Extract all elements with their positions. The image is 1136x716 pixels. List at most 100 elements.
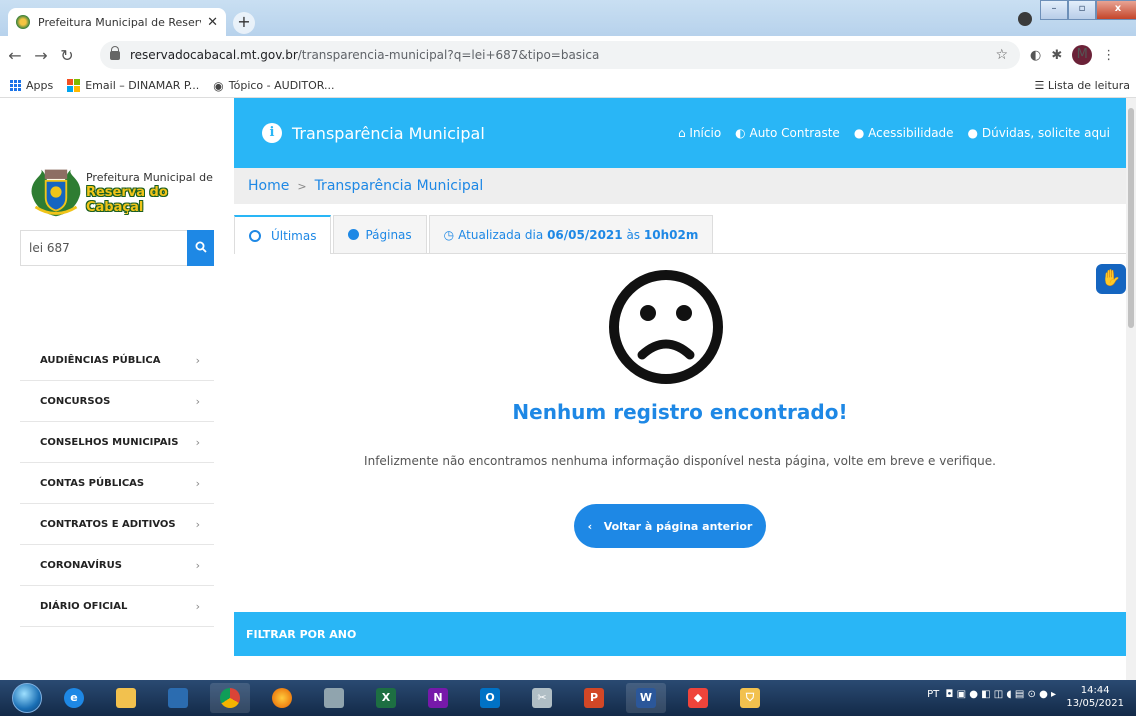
nav-inicio[interactable]: ⌂ Início (678, 126, 721, 140)
search-button[interactable] (187, 230, 214, 266)
reading-list-icon: ☰ (1034, 79, 1045, 92)
chevron-right-icon: › (195, 394, 200, 408)
internet-explorer-icon: e (64, 688, 84, 708)
chevron-right-icon: › (195, 599, 200, 613)
empty-description: Infelizmente não encontramos nenhuma inf… (364, 454, 996, 468)
site-logo[interactable]: Prefeitura Municipal de Reserva do Cabaç… (28, 164, 220, 220)
extension-icon[interactable]: ◐ (1030, 48, 1041, 63)
accessibility-icon: ● (853, 126, 865, 140)
back-arrow-icon[interactable]: ← (4, 46, 26, 65)
puzzle-extensions-icon[interactable]: ✱ (1051, 48, 1062, 63)
maximize-button[interactable]: ▫ (1068, 0, 1096, 20)
search-form (20, 230, 214, 266)
new-tab-button[interactable]: + (233, 12, 255, 34)
site-header: i Transparência Municipal ⌂ Início ◐ Aut… (234, 98, 1126, 168)
sidebar-item-diario[interactable]: DIÁRIO OFICIAL › (20, 586, 214, 627)
tab-close-icon[interactable]: ✕ (207, 15, 218, 30)
chrome-icon (220, 688, 240, 708)
taskbar-word[interactable]: W (626, 683, 666, 713)
sidebar-item-conselhos[interactable]: CONSELHOS MUNICIPAIS › (20, 422, 214, 463)
windows-taskbar: e X N O ✂ P W ◆ ⛉ PT ◘ ▣ ● ◧ ◫ ◖ ▤ ⊙ ● ▸… (0, 680, 1136, 716)
tab-paginas[interactable]: Páginas (333, 215, 427, 253)
browser-tabstrip: Prefeitura Municipal de Reserva d ✕ + – … (0, 0, 1136, 36)
address-bar[interactable]: reservadocabacal.mt.gov.br/transparencia… (100, 41, 1020, 69)
taskbar-firefox[interactable] (262, 683, 302, 713)
scrollbar-thumb[interactable] (1128, 108, 1134, 328)
kebab-menu-icon[interactable]: ⋮ (1102, 48, 1115, 63)
coat-of-arms-icon (31, 169, 81, 217)
taskbar-onenote[interactable]: N (418, 683, 458, 713)
forward-arrow-icon[interactable]: → (30, 46, 52, 65)
sidebar-item-concursos[interactable]: CONCURSOS › (20, 381, 214, 422)
folder-icon (116, 688, 136, 708)
sign-language-accessibility-button[interactable]: ✋ (1094, 262, 1128, 296)
taskbar-security[interactable]: ⛉ (730, 683, 770, 713)
taskbar-chrome[interactable] (210, 683, 250, 713)
taskbar-excel[interactable]: X (366, 683, 406, 713)
contrast-icon: ◐ (735, 126, 746, 140)
system-tray[interactable]: PT ◘ ▣ ● ◧ ◫ ◖ ▤ ⊙ ● ▸ (927, 689, 1056, 700)
taskbar-ie[interactable]: e (54, 683, 94, 713)
bookmark-apps[interactable]: Apps (10, 79, 53, 92)
nav-acessibilidade[interactable]: ● Acessibilidade (854, 126, 954, 140)
reading-list-button[interactable]: ☰ Lista de leitura (1034, 79, 1130, 92)
sidebar-item-contratos[interactable]: CONTRATOS E ADITIVOS › (20, 504, 214, 545)
taskbar-explorer[interactable] (106, 683, 146, 713)
apps-grid-icon (10, 80, 21, 91)
search-icon (195, 241, 207, 253)
microsoft-logo-icon (67, 79, 81, 92)
sidebar-item-coronavirus[interactable]: CORONAVÍRUS › (20, 545, 214, 586)
reload-icon[interactable]: ↻ (56, 46, 78, 65)
taskbar-anydesk[interactable]: ◆ (678, 683, 718, 713)
toolbar-extensions: ◐ ✱ M ⋮ (1030, 45, 1115, 65)
chevron-right-icon: › (195, 558, 200, 572)
sidebar-menu: AUDIÊNCIAS PÚBLICA › CONCURSOS › CONSELHOS… (20, 340, 214, 627)
start-button[interactable] (12, 683, 42, 713)
taskbar-media[interactable] (158, 683, 198, 713)
breadcrumb-current[interactable]: Transparência Municipal (315, 178, 484, 194)
bookmark-topico[interactable]: ◉ Tópico - AUDITOR... (213, 79, 334, 93)
web-page: Prefeitura Municipal de Reserva do Cabaç… (0, 98, 1136, 680)
tab-atualizada[interactable]: ◷ Atualizada dia 06/05/2021 às 10h02m (428, 215, 714, 253)
profile-avatar[interactable]: M (1072, 45, 1093, 65)
taskbar-snipping[interactable]: ✂ (522, 683, 562, 713)
powerpoint-icon: P (584, 688, 604, 708)
word-icon: W (636, 688, 656, 708)
back-to-previous-button[interactable]: ‹ Voltar à página anterior (574, 504, 766, 548)
sidebar-item-audiencias[interactable]: AUDIÊNCIAS PÚBLICA › (20, 340, 214, 381)
sidebar-item-contas[interactable]: CONTAS PÚBLICAS › (20, 463, 214, 504)
window-close-button[interactable]: x (1096, 0, 1136, 20)
search-input[interactable] (20, 230, 187, 266)
browser-tab[interactable]: Prefeitura Municipal de Reserva d ✕ (8, 8, 226, 36)
nav-auto-contraste[interactable]: ◐ Auto Contraste (735, 126, 840, 140)
bookmark-star-icon[interactable]: ☆ (995, 47, 1008, 63)
hands-icon: ✋ (1101, 268, 1121, 287)
nav-duvidas[interactable]: ● Dúvidas, solicite aqui (968, 126, 1110, 140)
bookmarks-bar: Apps Email – DINAMAR P... ◉ Tópico - AUD… (0, 74, 1136, 98)
bookmark-email[interactable]: Email – DINAMAR P... (67, 79, 199, 92)
calculator-icon (324, 688, 344, 708)
tab-title: Prefeitura Municipal de Reserva d (38, 15, 201, 29)
sad-face-icon (609, 270, 723, 384)
chrome-menu-dot-icon[interactable] (1018, 12, 1032, 26)
content-tabs: Últimas Páginas ◷ Atualizada dia 06/05/2… (234, 204, 1126, 254)
shield-icon: ⛉ (740, 688, 760, 708)
info-icon: i (262, 123, 282, 143)
taskbar-outlook[interactable]: O (470, 683, 510, 713)
chevron-right-icon: › (195, 517, 200, 531)
url-text: reservadocabacal.mt.gov.br/transparencia… (130, 48, 600, 62)
taskbar-calculator[interactable] (314, 683, 354, 713)
breadcrumb-home[interactable]: Home (248, 178, 289, 194)
filter-by-year-header[interactable]: FILTRAR POR ANO (234, 612, 1126, 656)
breadcrumb-separator: > (297, 179, 307, 193)
tab-ultimas[interactable]: Últimas (234, 215, 332, 254)
browser-toolbar: ← → ↻ reservadocabacal.mt.gov.br/transpa… (0, 36, 1136, 74)
scissors-icon: ✂ (532, 688, 552, 708)
globe-icon: ◉ (213, 78, 224, 93)
system-clock[interactable]: 14:44 13/05/2021 (1066, 684, 1124, 710)
anydesk-icon: ◆ (688, 688, 708, 708)
taskbar-powerpoint[interactable]: P (574, 683, 614, 713)
page-scrollbar[interactable] (1126, 98, 1136, 680)
minimize-button[interactable]: – (1040, 0, 1068, 20)
page-title: Transparência Municipal (292, 123, 485, 143)
